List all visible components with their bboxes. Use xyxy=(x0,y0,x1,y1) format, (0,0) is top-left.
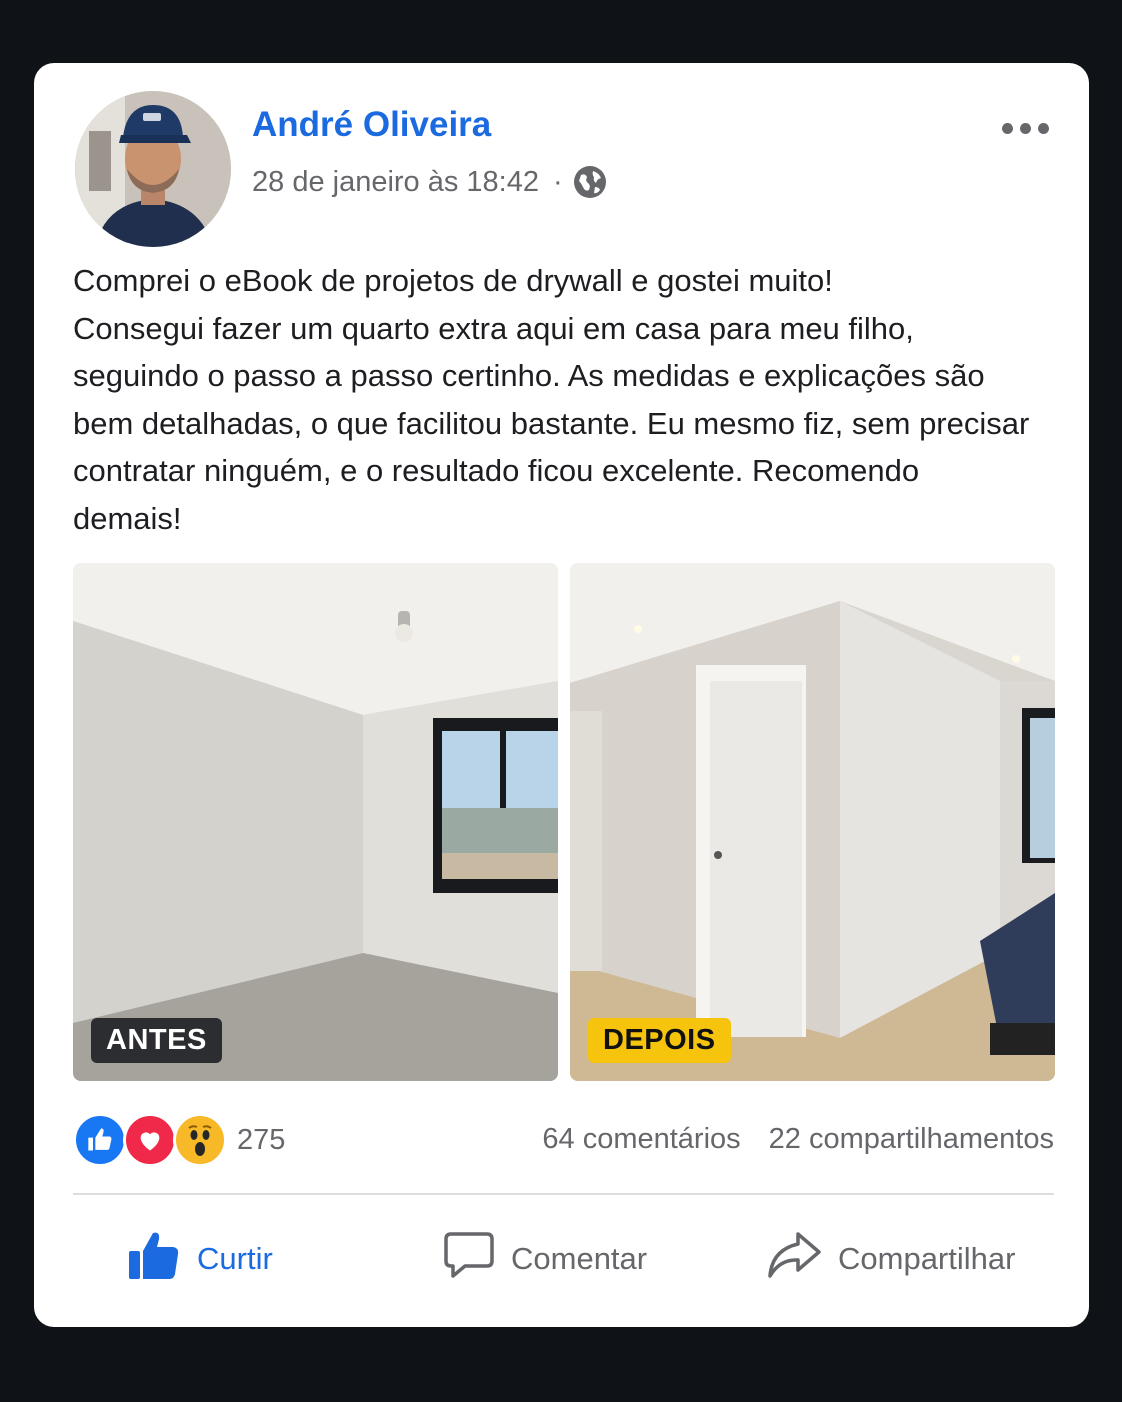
comment-icon xyxy=(443,1230,495,1288)
room-before-image xyxy=(73,563,558,1081)
post-timestamp[interactable]: 28 de janeiro às 18:42 xyxy=(252,166,539,199)
label-after: DEPOIS xyxy=(588,1018,731,1063)
reactions-summary[interactable]: 275 xyxy=(73,1113,285,1167)
wow-reaction-icon xyxy=(173,1113,227,1167)
like-reaction-icon xyxy=(73,1113,127,1167)
like-label: Curtir xyxy=(197,1241,273,1276)
post-card: André Oliveira 28 de janeiro às 18:42 · … xyxy=(34,63,1089,1327)
more-options-icon[interactable] xyxy=(1002,123,1049,134)
photo-after[interactable]: DEPOIS xyxy=(570,563,1055,1081)
shares-count[interactable]: 22 compartilhamentos xyxy=(769,1123,1054,1156)
author-name[interactable]: André Oliveira xyxy=(252,105,491,145)
share-label: Compartilhar xyxy=(838,1241,1016,1276)
like-button[interactable]: Curtir xyxy=(127,1229,273,1289)
post-stats: 64 comentários 22 compartilhamentos xyxy=(542,1123,1054,1156)
room-after-image xyxy=(570,563,1055,1081)
like-icon xyxy=(127,1229,181,1289)
reaction-count: 275 xyxy=(237,1123,286,1156)
globe-icon[interactable] xyxy=(573,165,607,199)
post-meta: 28 de janeiro às 18:42 · xyxy=(252,165,607,199)
share-button[interactable]: Compartilhar xyxy=(766,1229,1015,1289)
love-reaction-icon xyxy=(123,1113,177,1167)
comment-label: Comentar xyxy=(511,1241,648,1276)
share-icon xyxy=(766,1230,822,1288)
avatar-photo xyxy=(75,91,231,247)
comments-count[interactable]: 64 comentários xyxy=(542,1123,740,1156)
label-before: ANTES xyxy=(91,1018,222,1063)
photo-before[interactable]: ANTES xyxy=(73,563,558,1081)
post-text: Comprei o eBook de projetos de drywall e… xyxy=(73,263,1030,536)
comment-button[interactable]: Comentar xyxy=(443,1229,647,1289)
divider xyxy=(73,1193,1054,1195)
avatar[interactable] xyxy=(75,91,231,247)
meta-separator: · xyxy=(553,165,563,198)
